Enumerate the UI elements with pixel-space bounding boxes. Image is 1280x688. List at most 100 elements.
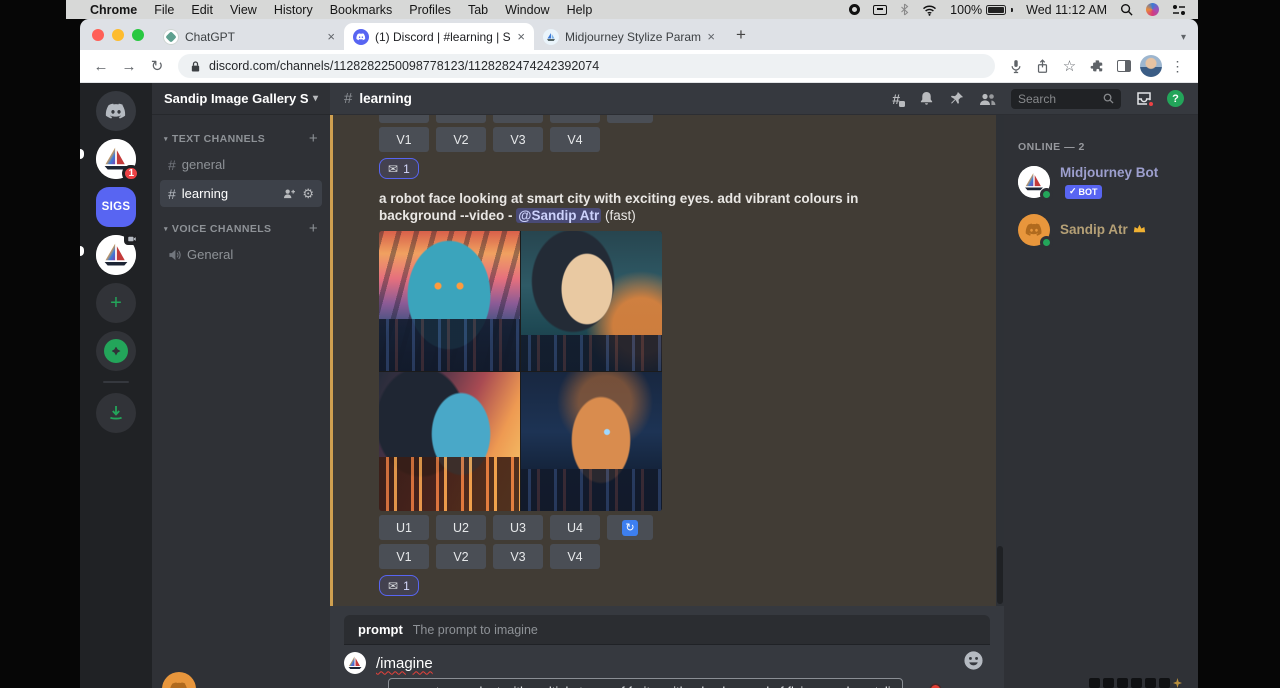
category-voice-channels[interactable]: ▾ VOICE CHANNELS + bbox=[160, 221, 322, 236]
envelope-reaction[interactable]: ✉ 1 bbox=[379, 158, 419, 179]
add-server-button[interactable]: + bbox=[96, 283, 136, 323]
search-input[interactable]: Search bbox=[1011, 89, 1121, 109]
spotlight-icon[interactable] bbox=[1120, 3, 1133, 16]
member-row-sandip-atr[interactable]: Sandip Atr bbox=[1018, 213, 1190, 247]
grid-image-2[interactable] bbox=[521, 231, 662, 371]
address-bar[interactable]: discord.com/channels/1128282250098778123… bbox=[178, 54, 995, 78]
back-button[interactable]: ← bbox=[88, 53, 114, 79]
tab-close-icon[interactable]: × bbox=[517, 29, 525, 44]
reload-button[interactable]: ↻ bbox=[144, 53, 170, 79]
grid-image-4[interactable] bbox=[521, 372, 662, 512]
prompt-input-field[interactable]: prompt a plant with multiple types of fr… bbox=[388, 678, 903, 688]
u3-button[interactable]: U3 bbox=[493, 515, 543, 540]
wifi-icon[interactable] bbox=[922, 4, 937, 16]
control-center-icon[interactable] bbox=[1172, 4, 1186, 16]
close-window-button[interactable] bbox=[92, 29, 104, 41]
u1-button[interactable]: U1 bbox=[379, 515, 429, 540]
menu-item-window[interactable]: Window bbox=[505, 3, 549, 17]
grid-image-1[interactable] bbox=[379, 231, 520, 371]
bluetooth-icon[interactable] bbox=[900, 3, 909, 16]
battery-indicator[interactable]: 100% bbox=[950, 3, 1013, 17]
threads-icon[interactable]: # bbox=[892, 91, 904, 107]
menubar-clock[interactable]: Wed 11:12 AM bbox=[1026, 3, 1107, 17]
screen-record-icon[interactable] bbox=[849, 4, 860, 15]
display-icon[interactable] bbox=[873, 5, 887, 15]
create-channel-button[interactable]: + bbox=[309, 221, 318, 236]
menu-item-history[interactable]: History bbox=[274, 3, 313, 17]
menu-item-file[interactable]: File bbox=[154, 3, 174, 17]
envelope-reaction[interactable]: ✉ 1 bbox=[379, 575, 419, 596]
u4-button[interactable]: U4 bbox=[550, 515, 600, 540]
online-status-dot bbox=[1040, 236, 1053, 249]
tab-chatgpt[interactable]: ChatGPT × bbox=[154, 23, 344, 50]
download-apps-button[interactable] bbox=[96, 393, 136, 433]
member-row-midjourney-bot[interactable]: Midjourney Bot✓BOT bbox=[1018, 165, 1190, 199]
gear-icon[interactable]: ⚙ bbox=[302, 187, 314, 200]
tab-search-chevron-icon[interactable]: ▾ bbox=[1181, 32, 1186, 43]
tab-close-icon[interactable]: × bbox=[327, 29, 335, 44]
chat-scrollbar[interactable] bbox=[996, 115, 1004, 606]
v1-button[interactable]: V1 bbox=[379, 544, 429, 569]
create-channel-button[interactable]: + bbox=[309, 131, 318, 146]
notifications-bell-icon[interactable] bbox=[919, 91, 934, 106]
tab-close-icon[interactable]: × bbox=[707, 29, 715, 44]
bot-command-avatar bbox=[344, 652, 366, 674]
menu-item-bookmarks[interactable]: Bookmarks bbox=[330, 3, 393, 17]
v4-button[interactable]: V4 bbox=[550, 127, 600, 152]
extensions-icon[interactable] bbox=[1084, 54, 1109, 79]
discord-home-button[interactable] bbox=[96, 91, 136, 131]
tab-discord[interactable]: (1) Discord | #learning | Sandi × bbox=[344, 23, 534, 50]
channel-general[interactable]: # general bbox=[160, 151, 322, 178]
menu-item-help[interactable]: Help bbox=[567, 3, 593, 17]
u2-button[interactable]: U2 bbox=[436, 515, 486, 540]
menu-item-edit[interactable]: Edit bbox=[191, 3, 213, 17]
tab-strip: ChatGPT × (1) Discord | #learning | Sand… bbox=[80, 19, 1198, 50]
server-icon-sail-1[interactable]: 1 bbox=[96, 139, 136, 179]
user-mention[interactable]: @Sandip Atr bbox=[516, 208, 601, 223]
share-icon[interactable] bbox=[1030, 54, 1055, 79]
channel-learning[interactable]: # learning ⚙ bbox=[160, 180, 322, 207]
help-icon[interactable]: ? bbox=[1167, 90, 1184, 107]
midjourney-image-grid[interactable] bbox=[379, 231, 662, 511]
v2-button[interactable]: V2 bbox=[436, 127, 486, 152]
unread-pip bbox=[80, 149, 84, 159]
v1-button[interactable]: V1 bbox=[379, 127, 429, 152]
upscale-button-row: U1 U2 U3 U4 ↻ bbox=[379, 515, 996, 540]
voice-search-icon[interactable] bbox=[1003, 54, 1028, 79]
side-panel-icon[interactable] bbox=[1111, 54, 1136, 79]
profile-avatar[interactable] bbox=[1138, 54, 1163, 79]
v3-button[interactable]: V3 bbox=[493, 127, 543, 152]
grid-image-3[interactable] bbox=[379, 372, 520, 512]
menu-item-view[interactable]: View bbox=[230, 3, 257, 17]
browser-menu-icon[interactable]: ⋮ bbox=[1165, 54, 1190, 79]
slash-command-autocomplete[interactable]: prompt The prompt to imagine bbox=[344, 615, 990, 645]
member-list-icon[interactable] bbox=[979, 92, 996, 106]
server-icon-sigs[interactable]: SIGS bbox=[96, 187, 136, 227]
bookmark-star-icon[interactable]: ☆ bbox=[1057, 54, 1082, 79]
tab-midjourney-docs[interactable]: Midjourney Stylize Parameter × bbox=[534, 23, 724, 50]
explore-servers-button[interactable] bbox=[96, 331, 136, 371]
zoom-window-button[interactable] bbox=[132, 29, 144, 41]
server-icon-sail-2[interactable] bbox=[96, 235, 136, 275]
v2-button[interactable]: V2 bbox=[436, 544, 486, 569]
forward-button[interactable]: → bbox=[116, 53, 142, 79]
invite-people-icon[interactable] bbox=[283, 188, 296, 199]
menu-item-profiles[interactable]: Profiles bbox=[409, 3, 451, 17]
menu-app-name[interactable]: Chrome bbox=[90, 3, 137, 17]
v4-button[interactable]: V4 bbox=[550, 544, 600, 569]
reroll-button[interactable]: ↻ bbox=[607, 515, 653, 540]
server-header[interactable]: Sandip Image Gallery Se... ▾ bbox=[152, 83, 330, 115]
new-tab-button[interactable]: + bbox=[728, 22, 754, 48]
slash-command[interactable]: /imagine bbox=[376, 655, 433, 672]
scrollbar-thumb[interactable] bbox=[997, 546, 1003, 604]
pinned-messages-icon[interactable] bbox=[949, 91, 964, 106]
inbox-icon[interactable] bbox=[1136, 91, 1152, 106]
menu-item-tab[interactable]: Tab bbox=[468, 3, 488, 17]
user-panel-avatar[interactable] bbox=[162, 672, 196, 688]
voice-channel-general[interactable]: General bbox=[160, 241, 322, 268]
emoji-picker-button[interactable] bbox=[963, 650, 984, 671]
v3-button[interactable]: V3 bbox=[493, 544, 543, 569]
category-text-channels[interactable]: ▾ TEXT CHANNELS + bbox=[160, 131, 322, 146]
siri-icon[interactable] bbox=[1146, 3, 1159, 16]
minimize-window-button[interactable] bbox=[112, 29, 124, 41]
